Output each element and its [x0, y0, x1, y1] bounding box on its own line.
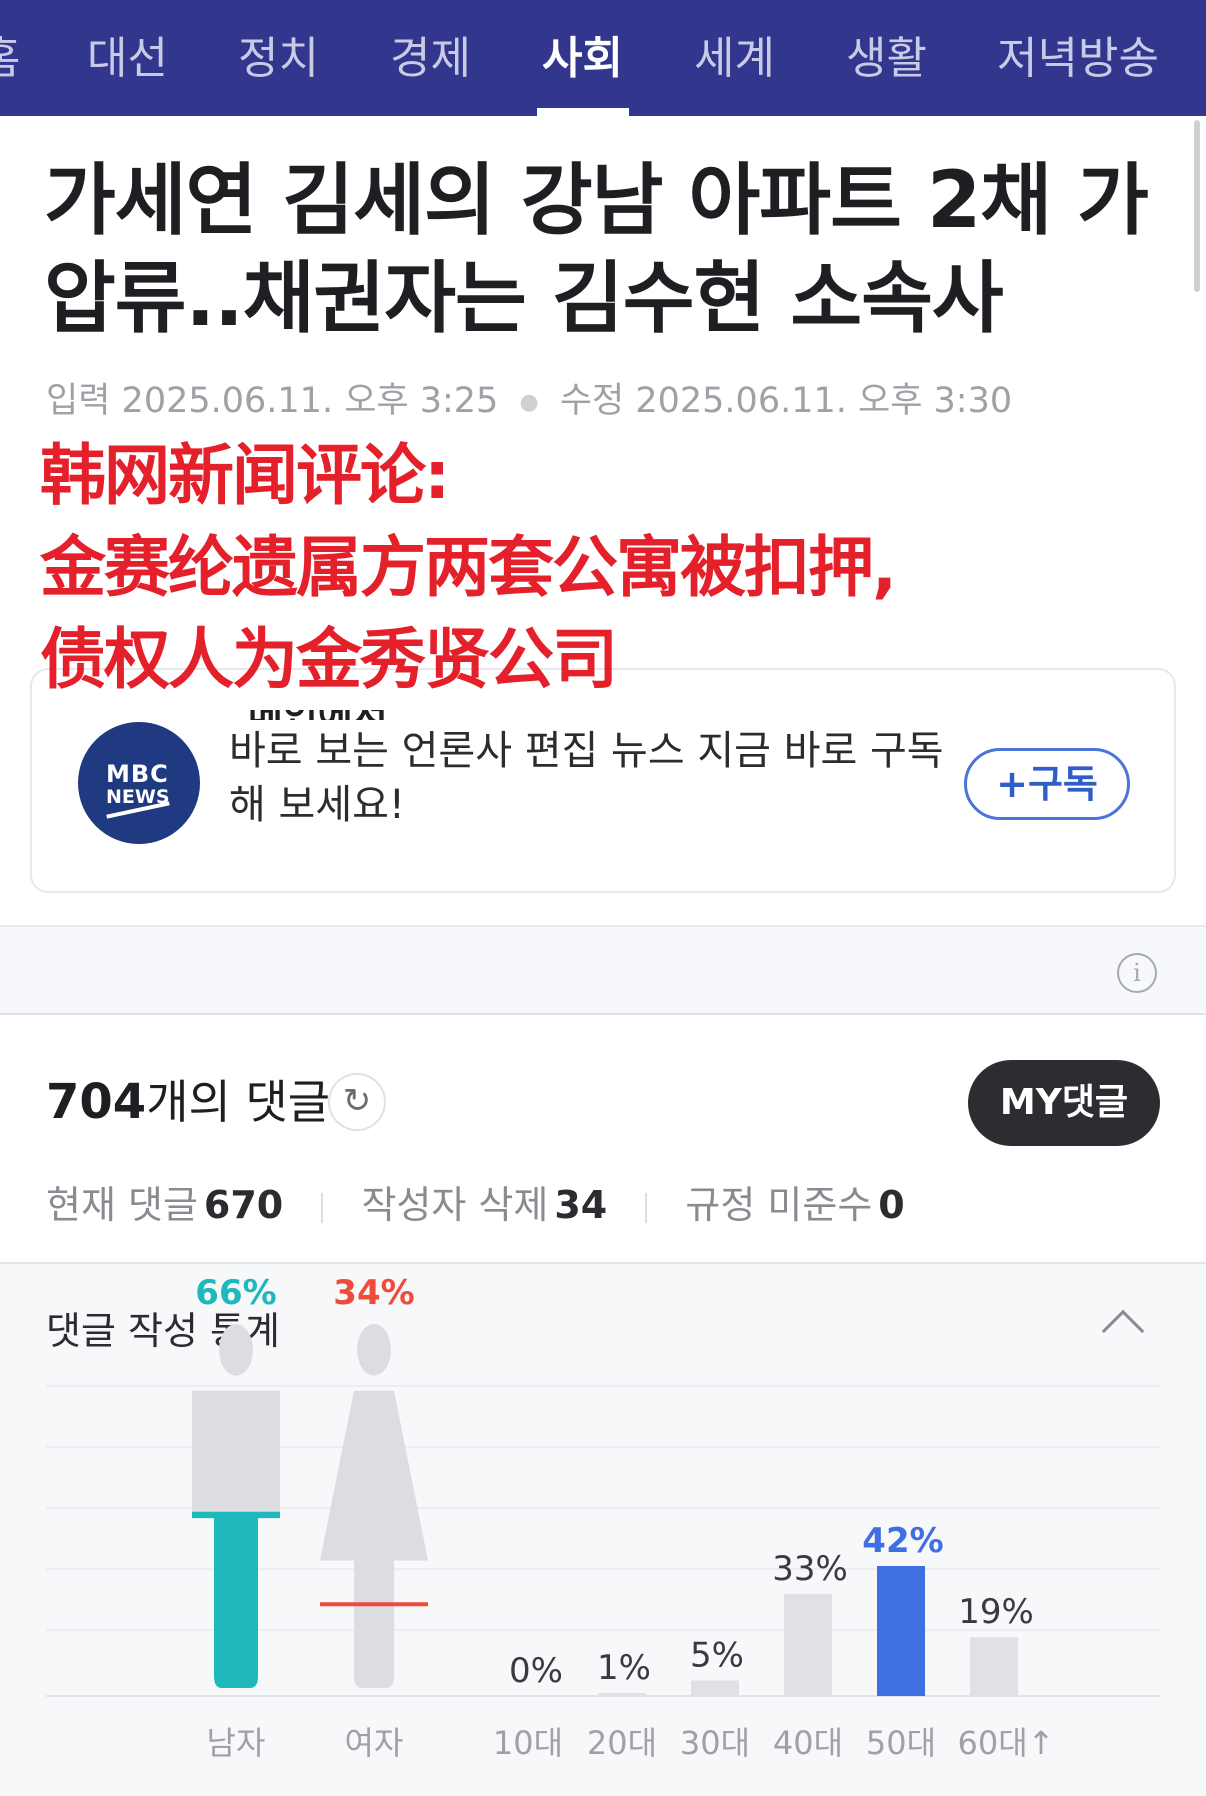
article-dates: 입력 2025.06.11. 오후 3:25 ● 수정 2025.06.11. …	[46, 372, 1012, 423]
overlay-line-1: 韩网新闻评论:	[40, 437, 450, 514]
comment-stats-panel: 댓글 작성 통계 66% 34% 남자 여자 0% 10대 1% 20대 5% 30대 33% 40대…	[0, 1262, 1206, 1796]
age-axis-label-2: 30대	[680, 1724, 750, 1762]
subscribe-cut-text: 메인에서	[248, 710, 388, 720]
headline-line-1: 가세연 김세의 강남 아파트 2채 가	[44, 156, 1149, 246]
date-separator-dot: ●	[519, 389, 539, 415]
age-value-label-4: 42%	[862, 1521, 943, 1561]
age-value-label-3: 33%	[772, 1549, 848, 1589]
nav-item-evening-broadcast[interactable]: 저녁방송	[997, 22, 1159, 86]
male-axis-label: 남자	[207, 1724, 266, 1762]
age-bar-3	[784, 1593, 832, 1696]
category-nav: 홈 대선 정치 경제 사회 세계 생활 저녁방송	[0, 0, 1206, 116]
mbc-news-logo[interactable]: MBC NEWS	[78, 722, 200, 844]
logo-text-mbc: MBC	[106, 760, 169, 788]
age-axis-label-3: 40대	[773, 1724, 843, 1762]
age-axis-label-5: 60대↑	[958, 1724, 1055, 1762]
comment-counts: 현재 댓글 670 작성자 삭제 34 규정 미준수 0	[46, 1174, 905, 1229]
deleted-comments-label: 작성자 삭제	[361, 1183, 549, 1227]
input-date-value: 2025.06.11. 오후 3:25	[121, 381, 499, 421]
age-axis-label-0: 10대	[493, 1724, 563, 1762]
overlay-caption: 韩网新闻评论: 金赛纶遗属方两套公寓被扣押, 债权人为金秀贤公司	[40, 430, 1040, 706]
headline-line-2: 압류..채권자는 김수현 소속사	[44, 254, 1004, 344]
nav-item-society[interactable]: 사회	[542, 22, 623, 86]
age-value-label-2: 5%	[690, 1636, 744, 1676]
age-bar-5	[970, 1637, 1018, 1696]
female-percent-label: 34%	[333, 1273, 414, 1313]
divider	[321, 1192, 324, 1223]
edit-date-label: 수정	[559, 381, 625, 421]
comments-title-suffix: 개의 댓글	[146, 1075, 331, 1129]
current-comments-label: 현재 댓글	[46, 1183, 198, 1227]
info-icon[interactable]: i	[1117, 953, 1157, 993]
age-bar-4	[877, 1566, 925, 1696]
age-bar-2	[691, 1680, 739, 1696]
nav-item-politics[interactable]: 정치	[238, 22, 319, 86]
female-axis-label: 여자	[345, 1724, 404, 1762]
comment-stats-chart: 66% 34% 남자 여자 0% 10대 1% 20대 5% 30대 33% 40대 42% 50대 19%…	[46, 1273, 1160, 1762]
input-date-label: 입력	[46, 381, 111, 421]
age-value-label-5: 19%	[958, 1592, 1034, 1632]
female-figure-bg	[320, 1324, 428, 1688]
nav-item-world[interactable]: 세계	[694, 22, 775, 86]
age-bar-1	[598, 1692, 646, 1696]
scrollbar[interactable]	[1194, 120, 1200, 292]
nav-item-home[interactable]: 홈	[0, 22, 20, 86]
nav-item-life[interactable]: 생활	[846, 22, 927, 86]
age-axis-label-1: 20대	[587, 1724, 657, 1762]
nav-item-election[interactable]: 대선	[87, 22, 168, 86]
deleted-comments-value: 34	[554, 1183, 608, 1227]
divider	[645, 1192, 648, 1223]
violation-comments-value: 0	[878, 1183, 905, 1227]
violation-comments-label: 규정 미준수	[685, 1183, 873, 1227]
subscribe-button[interactable]: +구독	[964, 748, 1130, 820]
overlay-line-3: 债权人为金秀贤公司	[40, 621, 618, 698]
refresh-icon[interactable]: ↻	[328, 1073, 386, 1131]
age-value-label-0: 0%	[509, 1651, 563, 1691]
current-comments-value: 670	[203, 1183, 284, 1227]
age-axis-label-4: 50대	[866, 1724, 936, 1762]
comments-title: 704개의 댓글	[46, 1066, 330, 1132]
active-tab-indicator	[537, 108, 629, 116]
age-value-label-1: 1%	[597, 1648, 651, 1688]
article-headline: 가세연 김세의 강남 아파트 2채 가 압류..채권자는 김수현 소속사	[44, 152, 1154, 348]
comments-count: 704	[46, 1074, 147, 1130]
male-percent-label: 66%	[195, 1273, 276, 1313]
nav-item-economy[interactable]: 경제	[390, 22, 471, 86]
overlay-line-2: 金赛纶遗属方两套公寓被扣押,	[40, 529, 897, 606]
edit-date-value: 2025.06.11. 오후 3:30	[635, 381, 1013, 421]
my-comments-button[interactable]: MY댓글	[968, 1060, 1160, 1146]
subscribe-message: 바로 보는 언론사 편집 뉴스 지금 바로 구독해 보세요!	[229, 728, 944, 828]
info-strip: i	[0, 925, 1206, 1015]
